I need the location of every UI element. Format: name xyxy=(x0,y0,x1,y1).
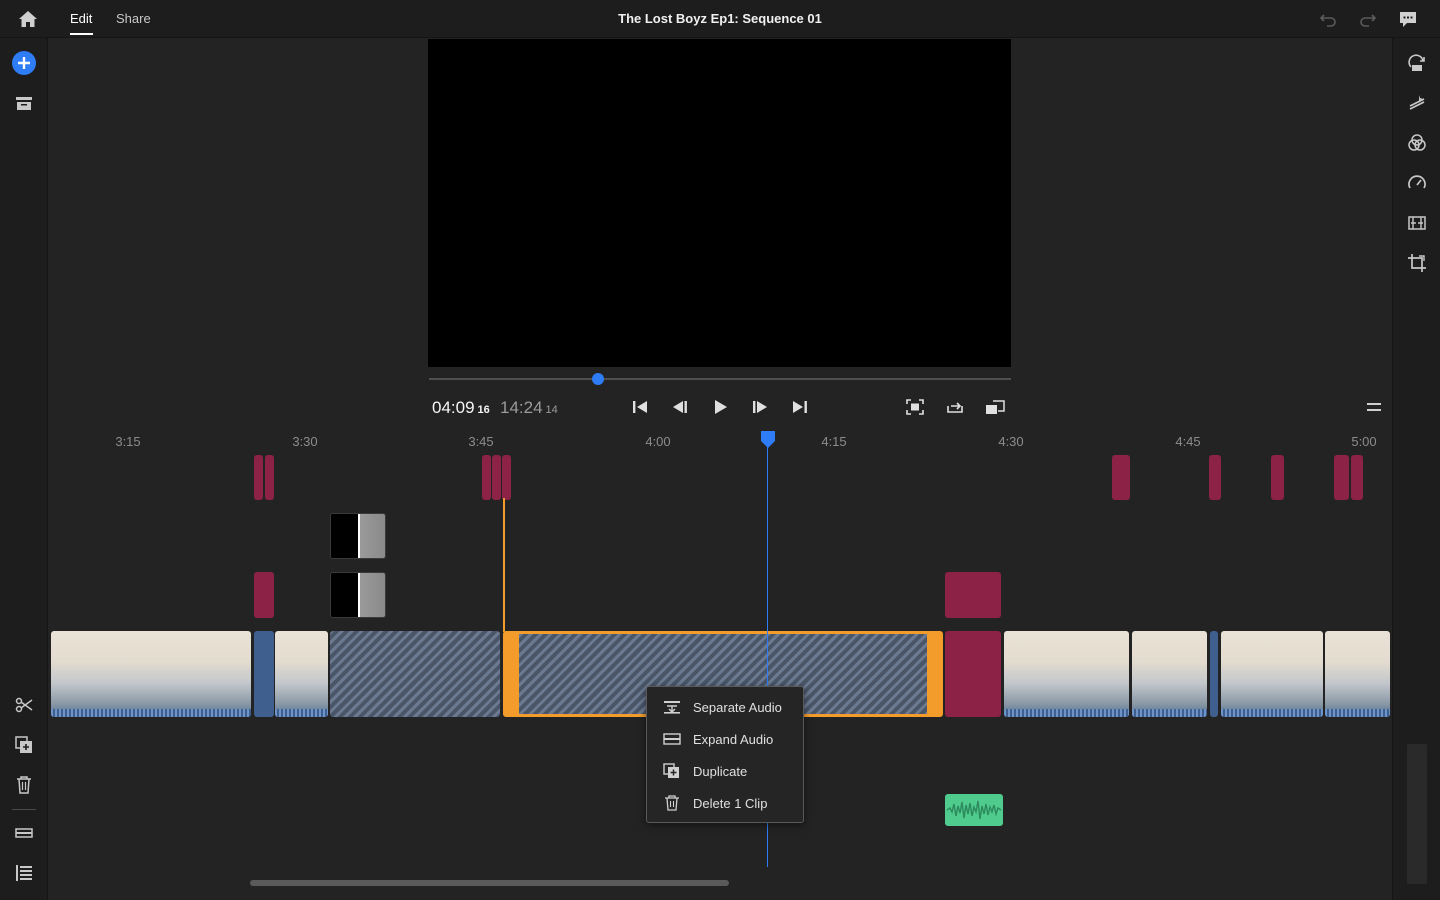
title-clip[interactable] xyxy=(492,455,501,500)
speed-icon[interactable] xyxy=(1405,171,1429,195)
right-toolbar xyxy=(1392,38,1440,900)
ruler-tick-label: 4:15 xyxy=(821,434,847,449)
app-window: Edit Share The Lost Boyz Ep1: Sequence 0… xyxy=(0,0,1440,900)
color-icon[interactable] xyxy=(1405,131,1429,155)
ruler-tick-label: 4:30 xyxy=(998,434,1024,449)
crop-icon[interactable] xyxy=(1405,251,1429,275)
title-clip[interactable] xyxy=(1351,455,1363,500)
video-clip[interactable] xyxy=(275,631,328,717)
go-to-end-icon[interactable] xyxy=(789,396,811,418)
menu-item-label: Separate Audio xyxy=(693,699,782,715)
scissors-icon[interactable] xyxy=(12,693,36,717)
track-height-icon[interactable] xyxy=(12,821,36,845)
tab-edit[interactable]: Edit xyxy=(70,11,92,26)
clip-context-menu: Separate Audio Expand Audio Duplicate De… xyxy=(646,686,804,823)
graphic-clip[interactable] xyxy=(330,513,386,559)
separate-audio-icon xyxy=(663,699,681,715)
project-title: The Lost Boyz Ep1: Sequence 01 xyxy=(618,11,822,26)
trash-icon xyxy=(663,795,681,811)
audio-clip[interactable] xyxy=(945,794,1003,826)
go-to-start-icon[interactable] xyxy=(629,396,651,418)
top-bar: Edit Share The Lost Boyz Ep1: Sequence 0… xyxy=(0,0,1440,38)
loop-icon[interactable] xyxy=(944,396,966,418)
effects-icon[interactable] xyxy=(1405,91,1429,115)
title-clip[interactable] xyxy=(265,455,274,500)
fullscreen-icon[interactable] xyxy=(984,396,1006,418)
left-toolbar xyxy=(0,38,48,900)
active-tab-indicator xyxy=(70,33,93,35)
ruler-tick-label: 5:00 xyxy=(1351,434,1377,449)
redo-icon[interactable] xyxy=(1358,9,1378,29)
menu-item-separate-audio[interactable]: Separate Audio xyxy=(647,691,803,723)
timeline-menu-icon[interactable] xyxy=(1364,400,1384,414)
title-clip[interactable] xyxy=(482,455,491,500)
play-icon[interactable] xyxy=(709,396,731,418)
current-timecode: 04:09 16 xyxy=(432,398,490,418)
tab-share[interactable]: Share xyxy=(116,11,151,26)
video-clip[interactable] xyxy=(1210,631,1218,717)
title-clip[interactable] xyxy=(502,455,511,500)
home-icon[interactable] xyxy=(16,8,40,30)
step-forward-icon[interactable] xyxy=(749,396,771,418)
menu-item-expand-audio[interactable]: Expand Audio xyxy=(647,723,803,755)
video-clip[interactable] xyxy=(1325,631,1390,717)
ruler-tick-label: 3:15 xyxy=(115,434,141,449)
current-time: 04:09 xyxy=(432,398,475,417)
total-duration: 14:24 14 xyxy=(500,398,558,418)
step-back-icon[interactable] xyxy=(669,396,691,418)
offline-clip[interactable] xyxy=(330,631,500,717)
undo-icon[interactable] xyxy=(1318,9,1338,29)
comment-icon[interactable] xyxy=(1397,8,1419,30)
toolbar-divider xyxy=(12,809,36,810)
scrubber-handle[interactable] xyxy=(591,373,604,385)
audio-mix-icon[interactable] xyxy=(1405,211,1429,235)
track-list-icon[interactable] xyxy=(12,861,36,885)
ruler-tick-label: 3:45 xyxy=(468,434,494,449)
fit-frame-icon[interactable] xyxy=(904,396,926,418)
duplicate-clip-icon[interactable] xyxy=(12,733,36,757)
title-clip[interactable] xyxy=(945,631,1001,717)
duration-time: 14:24 xyxy=(500,398,543,417)
ruler-tick-label: 4:00 xyxy=(645,434,671,449)
trash-icon[interactable] xyxy=(12,773,36,797)
menu-item-label: Expand Audio xyxy=(693,731,774,747)
menu-item-label: Delete 1 Clip xyxy=(693,795,768,811)
vertical-scrollbar[interactable] xyxy=(1407,744,1427,884)
expand-audio-icon xyxy=(663,731,681,747)
duration-frames: 14 xyxy=(545,404,558,416)
ruler-tick-label: 4:45 xyxy=(1175,434,1201,449)
media-bin-icon[interactable] xyxy=(12,91,36,115)
current-frames: 16 xyxy=(477,404,490,416)
title-clip[interactable] xyxy=(1112,455,1130,500)
title-clip[interactable] xyxy=(1271,455,1284,500)
menu-item-duplicate[interactable]: Duplicate xyxy=(647,755,803,787)
transitions-icon[interactable] xyxy=(1405,51,1429,75)
title-clip[interactable] xyxy=(254,455,263,500)
program-monitor xyxy=(428,39,1011,367)
menu-item-delete[interactable]: Delete 1 Clip xyxy=(647,787,803,819)
title-clip[interactable] xyxy=(254,572,274,618)
video-clip[interactable] xyxy=(1004,631,1129,717)
duplicate-icon xyxy=(663,763,681,779)
horizontal-scrollbar[interactable] xyxy=(250,880,729,886)
video-clip[interactable] xyxy=(254,631,274,717)
playhead-handle[interactable] xyxy=(760,431,776,449)
video-clip[interactable] xyxy=(1221,631,1323,717)
title-clip[interactable] xyxy=(945,572,1001,618)
graphic-clip[interactable] xyxy=(330,572,386,618)
selection-edge-line xyxy=(503,498,505,632)
add-media-icon[interactable] xyxy=(12,51,36,75)
scrubber-track[interactable] xyxy=(429,378,1011,380)
video-clip[interactable] xyxy=(51,631,251,717)
ruler-tick-label: 3:30 xyxy=(292,434,318,449)
title-clip[interactable] xyxy=(1334,455,1349,500)
title-clip[interactable] xyxy=(1209,455,1221,500)
menu-item-label: Duplicate xyxy=(693,763,748,779)
video-clip[interactable] xyxy=(1132,631,1207,717)
